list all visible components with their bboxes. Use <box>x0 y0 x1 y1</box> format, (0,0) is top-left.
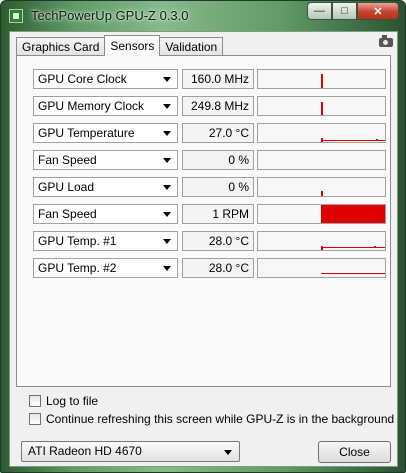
sensor-row-fan-speed-rpm: Fan Speed 1 RPM <box>33 204 386 224</box>
caption-buttons: — □ ✕ <box>307 2 399 20</box>
sensor-graph-fan-speed-percent <box>257 150 386 170</box>
sensor-graph-gpu-load <box>257 177 386 197</box>
sensor-graph-gpu-temp-2 <box>257 258 386 278</box>
sensor-graph-gpu-temperature <box>257 123 386 143</box>
graph-spike <box>321 102 323 115</box>
continue-refresh-label: Continue refreshing this screen while GP… <box>46 412 395 426</box>
graph-spike <box>321 74 323 88</box>
sensor-name: GPU Load <box>38 180 95 194</box>
sensor-value-gpu-temp-2: 28.0 °C <box>182 258 254 278</box>
sensor-row-gpu-memory-clock: GPU Memory Clock 249.8 MHz <box>33 96 386 116</box>
graph-fill <box>321 205 385 223</box>
sensor-value-gpu-temperature: 27.0 °C <box>182 123 254 143</box>
sensor-value-fan-speed-rpm: 1 RPM <box>182 204 254 224</box>
sensor-select-fan-speed-rpm[interactable]: Fan Speed <box>33 204 178 224</box>
maximize-button[interactable]: □ <box>332 2 357 20</box>
sensor-graph-gpu-core-clock <box>257 69 386 89</box>
sensor-name: GPU Temp. #1 <box>38 234 117 248</box>
sensor-value-gpu-temp-1: 28.0 °C <box>182 231 254 251</box>
close-window-button[interactable]: ✕ <box>357 2 399 20</box>
gpu-select-value: ATI Radeon HD 4670 <box>28 444 142 458</box>
graph-line <box>321 140 385 141</box>
minimize-button[interactable]: — <box>307 2 332 20</box>
tab-validation[interactable]: Validation <box>159 37 224 55</box>
tab-graphics-card[interactable]: Graphics Card <box>16 37 106 55</box>
dropdown-arrow-icon <box>163 212 171 217</box>
graph-spike <box>321 191 323 196</box>
sensor-row-gpu-load: GPU Load 0 % <box>33 177 386 197</box>
dropdown-arrow-icon <box>163 77 171 82</box>
window-title: TechPowerUp GPU-Z 0.3.0 <box>31 8 189 23</box>
continue-refresh-checkbox[interactable] <box>29 413 41 425</box>
sensor-select-gpu-core-clock[interactable]: GPU Core Clock <box>33 69 178 89</box>
dropdown-arrow-icon <box>163 104 171 109</box>
sensor-row-gpu-core-clock: GPU Core Clock 160.0 MHz <box>33 69 386 89</box>
log-to-file-option[interactable]: Log to file <box>29 394 98 408</box>
sensor-select-gpu-load[interactable]: GPU Load <box>33 177 178 197</box>
sensor-graph-gpu-memory-clock <box>257 96 386 116</box>
dropdown-arrow-icon <box>163 185 171 190</box>
log-to-file-label: Log to file <box>46 394 99 408</box>
dropdown-arrow-icon <box>224 450 232 455</box>
sensor-graph-gpu-temp-1 <box>257 231 386 251</box>
sensor-value-fan-speed-percent: 0 % <box>182 150 254 170</box>
graph-line <box>321 273 385 274</box>
dropdown-arrow-icon <box>163 239 171 244</box>
sensor-name: Fan Speed <box>38 207 97 221</box>
gpu-z-app-icon <box>9 9 23 23</box>
sensor-row-gpu-temp-2: GPU Temp. #2 28.0 °C <box>33 258 386 278</box>
sensor-select-gpu-temp-2[interactable]: GPU Temp. #2 <box>33 258 178 278</box>
graph-blip <box>376 139 378 141</box>
sensor-name: GPU Memory Clock <box>38 99 145 113</box>
sensor-select-gpu-memory-clock[interactable]: GPU Memory Clock <box>33 96 178 116</box>
sensor-value-gpu-memory-clock: 249.8 MHz <box>182 96 254 116</box>
dropdown-arrow-icon <box>163 131 171 136</box>
sensor-name: GPU Temperature <box>38 126 135 140</box>
sensor-value-gpu-load: 0 % <box>182 177 254 197</box>
client-area: Graphics Card Sensors Validation GPU Cor… <box>9 31 398 467</box>
sensor-row-fan-speed-percent: Fan Speed 0 % <box>33 150 386 170</box>
sensors-panel: GPU Core Clock 160.0 MHz GPU Memory Cloc… <box>16 55 391 387</box>
sensor-graph-fan-speed-rpm <box>257 204 386 224</box>
sensor-name: GPU Core Clock <box>38 72 127 86</box>
sensor-select-gpu-temperature[interactable]: GPU Temperature <box>33 123 178 143</box>
dropdown-arrow-icon <box>163 158 171 163</box>
sensor-row-gpu-temp-1: GPU Temp. #1 28.0 °C <box>33 231 386 251</box>
tab-strip: Graphics Card Sensors Validation <box>16 35 224 56</box>
graph-blip <box>374 246 376 248</box>
sensor-name: GPU Temp. #2 <box>38 261 117 275</box>
tab-sensors[interactable]: Sensors <box>104 35 161 56</box>
sensor-value-gpu-core-clock: 160.0 MHz <box>182 69 254 89</box>
continue-refresh-option[interactable]: Continue refreshing this screen while GP… <box>29 412 394 426</box>
title-bar[interactable]: TechPowerUp GPU-Z 0.3.0 — □ ✕ <box>1 1 405 31</box>
close-button[interactable]: Close <box>318 441 391 463</box>
gpu-select[interactable]: ATI Radeon HD 4670 <box>21 441 240 462</box>
gpu-z-window: TechPowerUp GPU-Z 0.3.0 — □ ✕ Graphics C… <box>0 0 406 473</box>
dropdown-arrow-icon <box>163 266 171 271</box>
sensor-row-gpu-temperature: GPU Temperature 27.0 °C <box>33 123 386 143</box>
sensor-select-fan-speed-percent[interactable]: Fan Speed <box>33 150 178 170</box>
log-to-file-checkbox[interactable] <box>29 395 41 407</box>
sensor-name: Fan Speed <box>38 153 97 167</box>
sensor-select-gpu-temp-1[interactable]: GPU Temp. #1 <box>33 231 178 251</box>
camera-icon[interactable] <box>379 35 393 47</box>
